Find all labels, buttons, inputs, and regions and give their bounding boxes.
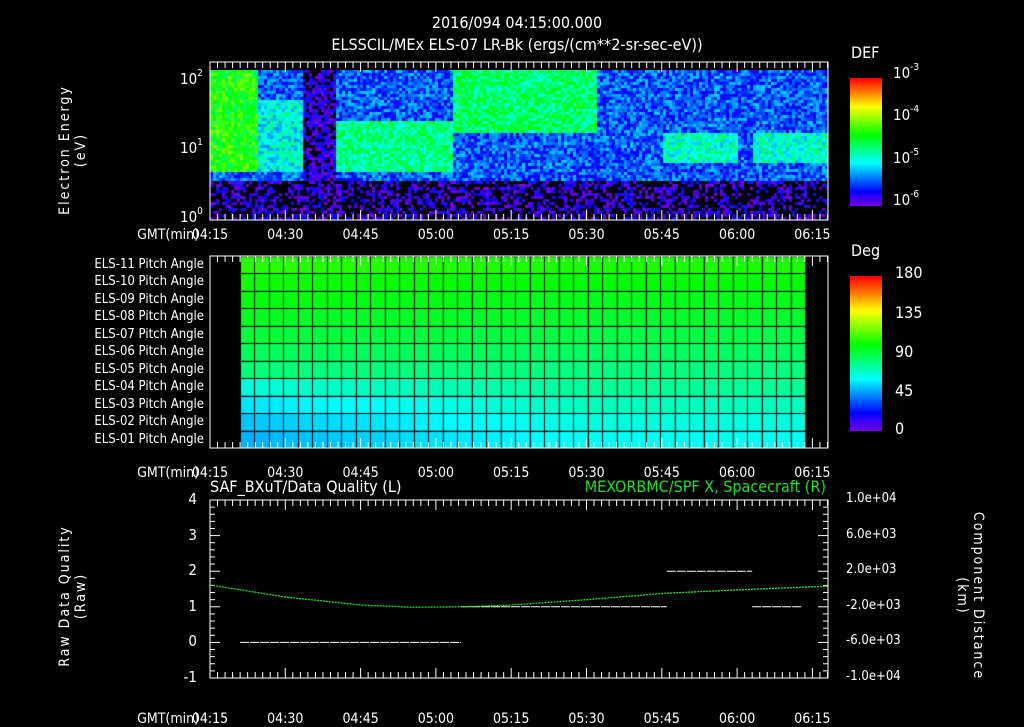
distance-tick-label: 2.0e+03 [846, 562, 897, 578]
time-tick-label: 06:00 [718, 227, 756, 243]
time-tick-label: 05:45 [643, 227, 680, 243]
time-tick-label: 06:15 [794, 465, 831, 481]
time-tick-label: 04:45 [342, 227, 379, 243]
quality-tick-label: 4 [188, 490, 197, 508]
time-tick-label: 04:45 [342, 711, 379, 727]
distance-tick-label: 1.0e+04 [846, 491, 897, 506]
distance-tick-label: -1.0e+04 [846, 669, 901, 684]
time-tick-label: 04:15 [191, 227, 229, 243]
quality-tick-label: 3 [188, 525, 197, 544]
time-tick-label: 05:30 [568, 227, 605, 243]
time-tick-label: 05:00 [417, 227, 455, 243]
time-tick-label: 06:15 [794, 227, 831, 243]
spf-x-line [209, 584, 828, 608]
quality-tick-label: 1 [188, 596, 197, 615]
time-tick-label: 05:45 [643, 465, 680, 481]
time-axis-label: GMT(min) [137, 465, 199, 481]
time-tick-label: 06:00 [718, 465, 756, 481]
time-tick-label: 06:00 [718, 711, 756, 727]
time-tick-label: 05:30 [568, 711, 605, 727]
time-tick-label: 05:15 [493, 227, 530, 243]
quality-tick-label: 2 [188, 561, 197, 580]
time-tick-label: 04:15 [191, 711, 229, 727]
time-tick-label: 04:30 [267, 227, 304, 243]
quality-tick-label: -1 [183, 668, 197, 686]
time-tick-label: 06:15 [794, 711, 831, 727]
time-tick-label: 05:15 [493, 465, 530, 481]
plot-frame [209, 255, 829, 449]
distance-tick-label: -2.0e+03 [846, 597, 901, 613]
time-axis-label: GMT(min) [137, 227, 199, 243]
plot-frame [209, 61, 829, 221]
time-axis-label: GMT(min) [137, 711, 199, 727]
time-tick-label: 05:00 [417, 465, 455, 481]
time-tick-label: 05:00 [417, 711, 455, 727]
time-tick-label: 04:30 [267, 465, 304, 481]
distance-tick-label: 6.0e+03 [846, 526, 897, 542]
time-tick-label: 04:15 [191, 465, 229, 481]
time-tick-label: 05:15 [493, 711, 530, 727]
plot-frame [209, 499, 829, 679]
time-tick-label: 04:45 [342, 465, 379, 481]
time-tick-label: 04:30 [267, 711, 304, 727]
quality-tick-label: 0 [188, 632, 197, 651]
time-tick-label: 05:45 [643, 711, 680, 727]
time-tick-label: 05:30 [568, 465, 605, 481]
distance-tick-label: -6.0e+03 [846, 633, 901, 649]
